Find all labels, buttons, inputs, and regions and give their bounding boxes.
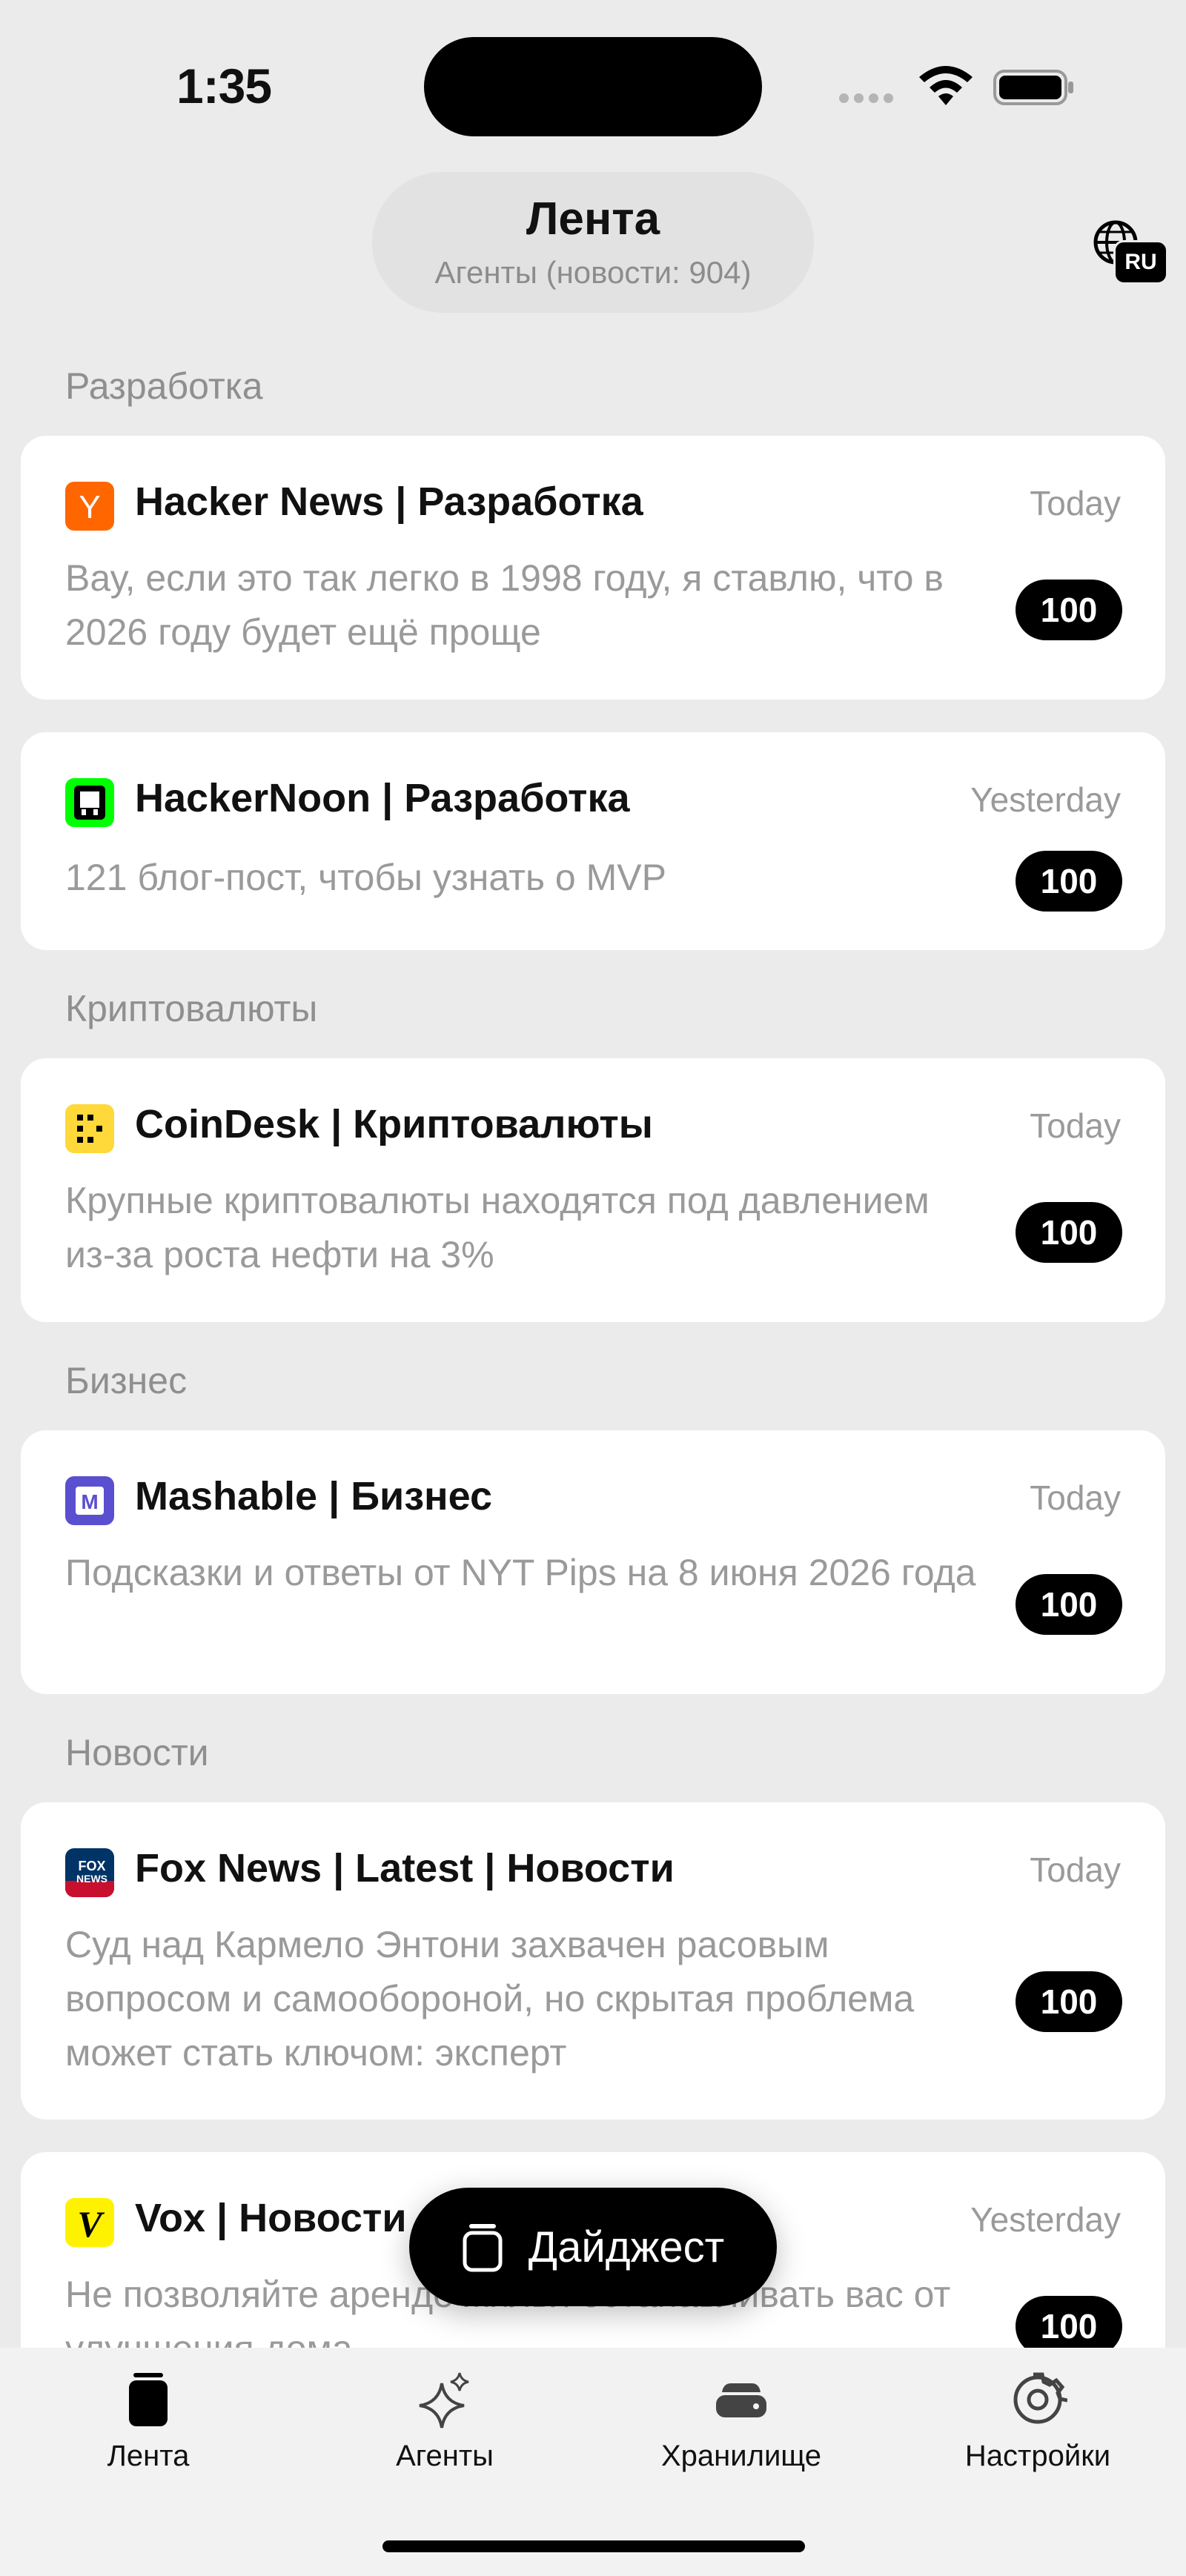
- tab-storage[interactable]: Хранилище: [593, 2370, 890, 2473]
- tab-label: Настройки: [964, 2440, 1111, 2472]
- section-title: Новости: [65, 1732, 209, 1773]
- signal-dots-icon: [839, 93, 898, 107]
- card-date: Today: [1030, 1850, 1121, 1889]
- card-date: Yesterday: [970, 2200, 1121, 2239]
- tab-label: Агенты: [396, 2440, 494, 2472]
- news-card[interactable]: HackerNoon | Разработка Yesterday 121 бл…: [21, 732, 1165, 950]
- section-title: Криптовалюты: [65, 988, 318, 1029]
- card-summary: Вау, если это так легко в 1998 году, я с…: [65, 557, 944, 653]
- card-date: Today: [1030, 484, 1121, 522]
- hacker-news-logo-icon: Y: [65, 482, 114, 531]
- digest-button[interactable]: Дайджест: [409, 2188, 777, 2306]
- score-badge: 100: [1016, 1971, 1122, 2032]
- card-title: Mashable | Бизнес: [135, 1474, 493, 1518]
- home-indicator[interactable]: [382, 2540, 805, 2552]
- sparkles-icon: [419, 2372, 469, 2429]
- vox-logo-icon: V: [65, 2198, 114, 2247]
- card-summary: Крупные криптовалюты находятся под давле…: [65, 1180, 930, 1275]
- fox-news-logo-icon: FOX NEWS: [65, 1848, 114, 1897]
- card-title: Hacker News | Разработка: [135, 479, 643, 524]
- card-title: Vox | Новости: [135, 2196, 407, 2240]
- page-subtitle: Агенты (новости: 904): [434, 255, 752, 290]
- feed-icon: [129, 2373, 168, 2426]
- card-summary: Суд над Кармело Энтони захвачен расовым …: [65, 1924, 915, 2074]
- news-card[interactable]: FOX NEWS Fox News | Latest | Новости Tod…: [21, 1802, 1165, 2119]
- section-title: Разработка: [65, 365, 263, 407]
- dynamic-island: [424, 37, 762, 136]
- tab-feed[interactable]: Лента: [0, 2370, 296, 2473]
- stack-icon: [463, 2224, 503, 2272]
- coindesk-logo-icon: [65, 1104, 114, 1153]
- card-title: CoinDesk | Криптовалюты: [135, 1102, 653, 1146]
- card-summary: Подсказки и ответы от NYT Pips на 8 июня…: [65, 1552, 976, 1593]
- svg-text:Y: Y: [79, 489, 100, 525]
- storage-icon: [716, 2383, 766, 2417]
- svg-text:V: V: [77, 2203, 105, 2245]
- page-title: Лента: [526, 193, 660, 245]
- news-card[interactable]: Y Hacker News | Разработка Today Вау, ес…: [21, 436, 1165, 700]
- mashable-logo-icon: M: [65, 1476, 114, 1525]
- score-badge: 100: [1016, 580, 1122, 640]
- tab-agents[interactable]: Агенты: [296, 2370, 593, 2473]
- score-badge: 100: [1016, 1574, 1122, 1635]
- wifi-icon: [919, 66, 973, 105]
- card-title: HackerNoon | Разработка: [135, 776, 630, 820]
- card-date: Yesterday: [970, 780, 1121, 819]
- feed-header[interactable]: Лента Агенты (новости: 904): [372, 172, 814, 313]
- section-title: Бизнес: [65, 1360, 188, 1401]
- digest-label: Дайджест: [528, 2223, 725, 2271]
- score-badge: 100: [1016, 1202, 1122, 1263]
- tab-label: Лента: [107, 2440, 190, 2472]
- battery-icon: [993, 70, 1073, 105]
- card-date: Today: [1030, 1478, 1121, 1517]
- status-bar: 1:35: [0, 0, 1186, 148]
- card-summary: 121 блог-пост, чтобы узнать о MVP: [65, 857, 666, 898]
- card-title: Fox News | Latest | Новости: [135, 1846, 675, 1890]
- svg-text:NEWS: NEWS: [76, 1873, 107, 1885]
- language-button[interactable]: RU: [1093, 219, 1168, 286]
- hackernoon-logo-icon: [65, 778, 114, 827]
- status-time: 1:35: [176, 59, 272, 113]
- tab-settings[interactable]: Настройки: [890, 2370, 1186, 2473]
- news-card[interactable]: CoinDesk | Криптовалюты Today Крупные кр…: [21, 1058, 1165, 1322]
- gear-icon: [1013, 2372, 1067, 2424]
- tab-label: Хранилище: [661, 2440, 821, 2472]
- card-date: Today: [1030, 1106, 1121, 1145]
- score-badge: 100: [1016, 851, 1122, 912]
- svg-text:FOX: FOX: [78, 1859, 105, 1873]
- language-badge: RU: [1113, 240, 1168, 285]
- svg-text:M: M: [81, 1490, 98, 1513]
- news-card[interactable]: M Mashable | Бизнес Today Подсказки и от…: [21, 1430, 1165, 1694]
